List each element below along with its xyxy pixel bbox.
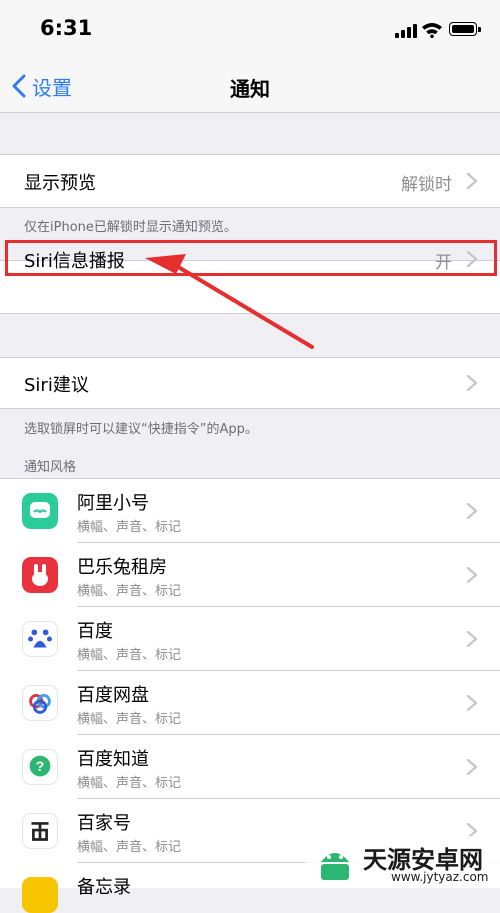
app-name: 备忘录	[77, 877, 131, 898]
chevron-right-icon	[466, 502, 478, 520]
chevron-right-icon	[466, 172, 478, 190]
watermark: 天源安卓网 www.jytyaz.com	[305, 836, 500, 888]
cellular-signal-icon	[395, 24, 417, 38]
app-alert-style: 横幅、声音、标记	[77, 840, 182, 855]
app-row-baletu[interactable]: 巴乐兔租房 横幅、声音、标记	[0, 543, 500, 607]
watermark-url: www.jytyaz.com	[391, 870, 489, 884]
show-previews-value: 解锁时	[401, 175, 452, 195]
chevron-right-icon	[466, 566, 478, 584]
app-row-baidu-zhidao[interactable]: ? 百度知道 横幅、声音、标记	[0, 735, 500, 799]
notes-icon	[22, 877, 58, 913]
section-header-notification-style: 通知风格	[24, 460, 77, 475]
siri-suggestions-label: Siri建议	[24, 375, 89, 396]
app-name: 百家号	[77, 813, 131, 834]
app-name: 阿里小号	[77, 493, 149, 514]
status-bar: 6:31	[0, 0, 500, 60]
chevron-right-icon	[466, 758, 478, 776]
baletu-icon	[22, 557, 58, 593]
app-name: 百度网盘	[77, 685, 149, 706]
app-alert-style: 横幅、声音、标记	[77, 648, 182, 663]
app-row-baidu-netdisk[interactable]: 百度网盘 横幅、声音、标记	[0, 671, 500, 735]
announce-messages-label: Siri信息播报	[24, 251, 125, 272]
app-alert-style: 横幅、声音、标记	[77, 584, 182, 599]
chevron-right-icon	[466, 374, 478, 392]
baidu-netdisk-icon	[22, 685, 58, 721]
battery-icon	[449, 22, 481, 36]
app-alert-style: 横幅、声音、标记	[77, 776, 182, 791]
baidu-zhidao-icon: ?	[22, 749, 58, 785]
chevron-right-icon	[466, 250, 478, 268]
app-row-baidu[interactable]: 百度 横幅、声音、标记	[0, 607, 500, 671]
show-previews-label: 显示预览	[24, 173, 96, 194]
app-name: 百度	[77, 621, 113, 642]
android-logo-icon	[321, 853, 349, 880]
announce-messages-content: Siri信息播报 开	[0, 243, 500, 275]
navigation-bar: 设置 通知	[0, 60, 500, 113]
status-time: 6:31	[40, 16, 93, 40]
show-previews-note: 仅在iPhone已解锁时显示通知预览。	[24, 220, 237, 235]
app-name: 百度知道	[77, 749, 149, 770]
announce-messages-value: 开	[435, 253, 452, 273]
app-row-ali-xiaohao[interactable]: 阿里小号 横幅、声音、标记	[0, 479, 500, 543]
siri-suggestions-note: 选取锁屏时可以建议“快捷指令”的App。	[24, 422, 258, 437]
baidu-icon	[22, 621, 58, 657]
page-title: 通知	[230, 77, 270, 101]
baijiahao-icon	[22, 813, 58, 849]
chevron-right-icon	[466, 694, 478, 712]
siri-suggestions-row[interactable]: Siri建议	[0, 357, 500, 409]
app-name: 巴乐兔租房	[77, 557, 167, 578]
app-alert-style: 横幅、声音、标记	[77, 520, 182, 535]
show-previews-row[interactable]: 显示预览 解锁时	[0, 154, 500, 208]
wifi-icon	[422, 23, 442, 38]
ali-xiaohao-icon	[22, 493, 58, 529]
chevron-right-icon	[466, 630, 478, 648]
svg-text:?: ?	[36, 759, 45, 775]
app-alert-style: 横幅、声音、标记	[77, 712, 182, 727]
